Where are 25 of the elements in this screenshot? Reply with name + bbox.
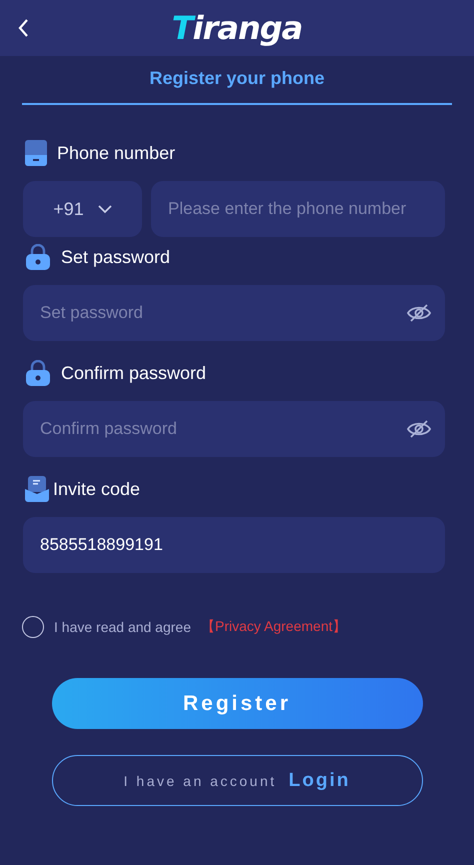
field-label: Phone number — [57, 142, 176, 164]
phone-number-field[interactable]: Please enter the phone number — [151, 181, 445, 237]
register-tab[interactable]: Register your phone — [22, 56, 452, 105]
lock-icon — [25, 360, 51, 386]
field-label: Invite code — [53, 478, 140, 500]
field-label: Set password — [61, 246, 170, 268]
register-button[interactable]: Register — [52, 678, 422, 729]
chevron-down-icon — [98, 204, 112, 214]
app-logo: Tiranga — [172, 12, 302, 44]
login-link[interactable]: Login — [288, 770, 350, 792]
lock-icon — [25, 244, 51, 270]
eye-off-icon[interactable] — [407, 303, 431, 323]
account-text: I have an account — [124, 772, 277, 788]
agree-checkbox[interactable] — [22, 616, 44, 638]
password-field[interactable]: Confirm password — [23, 401, 445, 457]
password-field[interactable]: Set password — [23, 285, 445, 341]
phone-icon — [25, 140, 47, 166]
eye-off-icon[interactable] — [407, 419, 431, 439]
invite-icon — [25, 476, 49, 502]
invite-code-field[interactable]: 8585518899191 — [23, 517, 445, 573]
agreement-text: I have read and agree — [54, 619, 191, 635]
field-label: Confirm password — [61, 362, 206, 384]
country-code-dropdown[interactable]: +91 — [23, 181, 142, 237]
privacy-agreement-link[interactable]: 【Privacy Agreement】 — [201, 618, 346, 636]
back-icon[interactable] — [16, 17, 30, 39]
